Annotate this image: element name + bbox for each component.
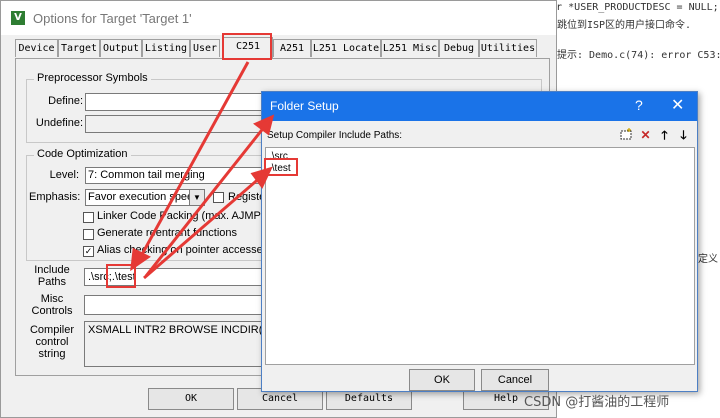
watermark: CSDN @打酱油的工程师 [524,395,670,410]
arrow-include-to-folder [143,174,263,280]
arrow-head-icon [253,114,275,136]
arrow-head-icon [130,247,151,272]
arrow-include-to-title [144,125,267,277]
annotation-arrows [130,61,275,280]
arrow-tab-to-include [138,61,250,259]
